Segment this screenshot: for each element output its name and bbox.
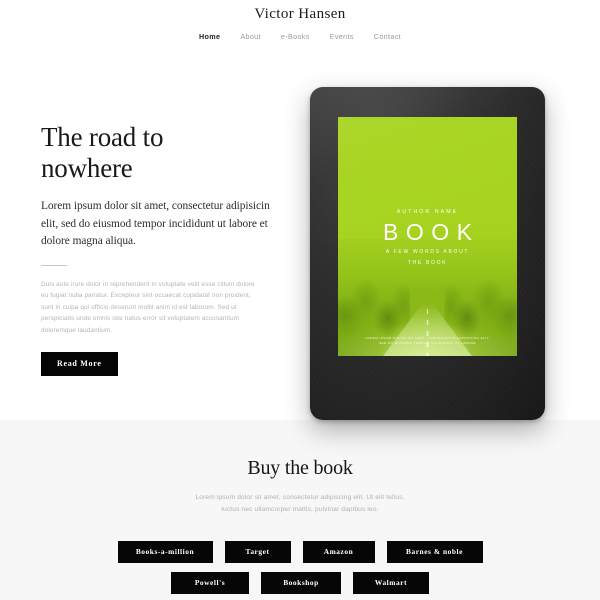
retailer-row-1: Books-a-million Target Amazon Barnes & n… (0, 541, 600, 563)
store-button-powells[interactable]: Powell's (171, 572, 249, 594)
nav-item-ebooks[interactable]: e-Books (281, 32, 310, 42)
read-more-button[interactable]: Read More (41, 352, 118, 377)
buy-subtitle-line-1: Lorem ipsum dolor sit amet, consectetur … (195, 494, 405, 501)
cover-trees-left (338, 271, 410, 342)
store-button-bookshop[interactable]: Bookshop (261, 572, 341, 594)
store-button-books-a-million[interactable]: Books-a-million (117, 541, 213, 563)
site-brand: Victor Hansen (254, 6, 346, 22)
buy-section-title: Buy the book (247, 457, 353, 479)
book-cover-text: AUTHOR NAME BOOK A FEW WORDS ABOUT THE B… (338, 208, 517, 268)
buy-section-subtitle: Lorem ipsum dolor sit amet, consectetur … (170, 492, 430, 516)
store-button-target[interactable]: Target (224, 541, 291, 563)
hero-title-line-2: nowhere (41, 153, 133, 183)
cover-book-title: BOOK (383, 218, 480, 245)
nav-item-about[interactable]: About (240, 32, 261, 42)
hero-lead-paragraph: Lorem ipsum dolor sit amet, consectetur … (41, 200, 270, 247)
hero-divider (41, 264, 67, 266)
buy-section: Buy the book Lorem ipsum dolor sit amet,… (0, 420, 600, 600)
buy-subtitle-line-2: luctus nec ullamcorper mattis, pulvinar … (221, 506, 379, 513)
store-button-barnes-and-noble[interactable]: Barnes & noble (386, 541, 483, 563)
ereader-screen: AUTHOR NAME BOOK A FEW WORDS ABOUT THE B… (338, 117, 517, 356)
store-button-amazon[interactable]: Amazon (302, 541, 375, 563)
ereader-device: AUTHOR NAME BOOK A FEW WORDS ABOUT THE B… (310, 87, 545, 420)
hero-title: The road to nowhere (41, 122, 273, 184)
main-navigation: Home About e-Books Events Contact (0, 32, 600, 42)
nav-item-events[interactable]: Events (330, 32, 354, 42)
retailer-buttons: Books-a-million Target Amazon Barnes & n… (0, 541, 600, 594)
landing-page: Victor Hansen Home About e-Books Events … (0, 0, 600, 600)
nav-item-contact[interactable]: Contact (374, 32, 401, 42)
cover-subtitle-line-1: A FEW WORDS ABOUT (385, 248, 470, 255)
store-button-walmart[interactable]: Walmart (353, 572, 429, 594)
retailer-row-2: Powell's Bookshop Walmart (0, 572, 600, 594)
cover-author-name: AUTHOR NAME (396, 208, 459, 215)
hero-body-paragraph: Duis aute irure dolor in reprehenderit i… (41, 280, 255, 334)
cover-footnote-line-2: SED DO EIUSMOD TEMPOR INCIDIDUNT UT LABO… (378, 341, 477, 345)
cover-subtitle-line-2: THE BOOK (407, 260, 448, 267)
hero-copy: The road to nowhere Lorem ipsum dolor si… (41, 122, 273, 377)
cover-footnote: LOREM IPSUM DOLOR SIT AMET, CONSECTETUR … (350, 336, 505, 346)
hero-title-line-1: The road to (41, 122, 164, 152)
nav-item-home[interactable]: Home (199, 32, 220, 42)
site-header: Victor Hansen Home About e-Books Events … (0, 0, 600, 62)
cover-trees-right (445, 271, 517, 342)
